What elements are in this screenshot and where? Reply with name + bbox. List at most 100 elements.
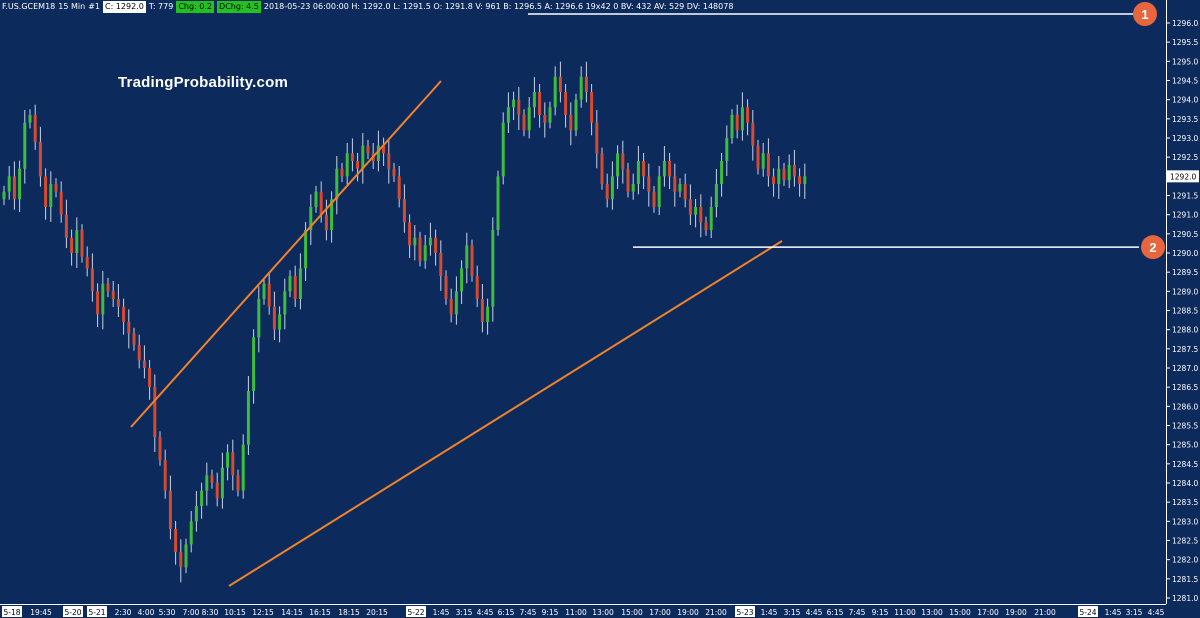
candle-body <box>12 176 16 200</box>
price-tick-label: 1281.0 <box>1172 594 1198 603</box>
candle-body <box>288 276 292 292</box>
candle-body <box>70 237 74 253</box>
candle-body <box>33 115 37 142</box>
candle-body <box>148 368 152 388</box>
time-tick-label: 19:45 <box>30 608 52 617</box>
candle-body <box>652 191 656 207</box>
candle-body <box>673 176 677 192</box>
price-tick-label: 1281.5 <box>1172 575 1198 584</box>
candle-body <box>434 237 438 253</box>
candle-body <box>720 161 724 184</box>
candle-body <box>621 153 625 169</box>
candle-body <box>18 168 22 200</box>
candle-body <box>751 122 755 146</box>
time-tick-label: 17:00 <box>649 608 671 617</box>
candle-body <box>111 291 115 299</box>
price-tick-label: 1290.0 <box>1172 249 1198 258</box>
price-tick-label: 1282.5 <box>1172 537 1198 546</box>
time-tick-label: 11:00 <box>565 608 587 617</box>
candle-body <box>460 268 464 292</box>
candle-body <box>522 115 526 131</box>
time-tick-label: 5-18 <box>3 608 20 617</box>
price-tick-label: 1288.0 <box>1172 326 1198 335</box>
candle-body <box>626 168 630 192</box>
candle-body <box>423 245 427 261</box>
candle-body <box>465 245 469 269</box>
candle-body <box>38 141 42 177</box>
time-tick-label: 7:45 <box>849 608 866 617</box>
price-tick-label: 1283.0 <box>1172 517 1198 526</box>
candle-body <box>413 237 417 246</box>
candle-body <box>179 552 183 568</box>
candle-body <box>636 161 640 184</box>
candle-body <box>116 299 120 307</box>
time-tick-label: 20:15 <box>366 608 388 617</box>
candle-body <box>153 387 157 437</box>
candle-body <box>236 475 240 491</box>
candle-body <box>683 184 687 200</box>
candle-body <box>361 145 365 169</box>
price-tick-label: 1286.5 <box>1172 383 1198 392</box>
candle-body <box>96 291 100 315</box>
candle-body <box>54 184 58 192</box>
candle-body <box>314 191 318 207</box>
candle-body <box>366 145 370 154</box>
price-tick-label: 1287.5 <box>1172 345 1198 354</box>
candle-body <box>350 153 354 161</box>
time-tick-label: 12:15 <box>252 608 274 617</box>
price-tick-label: 1282.0 <box>1172 556 1198 565</box>
price-tick-label: 1294.5 <box>1172 77 1198 86</box>
candle-body <box>7 176 11 192</box>
candle-body <box>506 107 510 123</box>
candle-body <box>444 276 448 299</box>
candle-body <box>491 230 495 307</box>
price-tick-label: 1291.5 <box>1172 192 1198 201</box>
time-tick-label: 13:00 <box>921 608 943 617</box>
candle-body <box>2 191 6 200</box>
time-tick-label: 15:00 <box>621 608 643 617</box>
time-tick-label: 9:15 <box>542 608 559 617</box>
candle-body <box>163 460 167 491</box>
candle-body <box>548 107 552 123</box>
candle-body <box>392 168 396 177</box>
candle-body <box>631 184 635 192</box>
time-tick-label: 7:45 <box>520 608 537 617</box>
candle-body <box>210 475 214 483</box>
candle-body <box>137 345 141 361</box>
candle-body <box>90 268 94 292</box>
price-tick-label: 1289.5 <box>1172 268 1198 277</box>
candle-body <box>803 176 807 184</box>
price-tick-label: 1294.0 <box>1172 96 1198 105</box>
candle-body <box>132 333 136 345</box>
candle-body <box>616 153 620 177</box>
candle-body <box>709 207 713 230</box>
candle-body <box>174 529 178 552</box>
time-tick-label: 5-22 <box>407 608 424 617</box>
candle-body <box>647 176 651 192</box>
candle-body <box>766 153 770 177</box>
candle-body <box>387 153 391 169</box>
time-tick-label: 21:00 <box>1034 608 1056 617</box>
time-tick-label: 21:00 <box>705 608 727 617</box>
candle-body <box>725 138 729 161</box>
price-tick-label: 1292.5 <box>1172 153 1198 162</box>
candle-body <box>574 99 578 131</box>
candle-body <box>64 214 68 238</box>
candle-body <box>304 230 308 269</box>
candle-body <box>319 191 323 215</box>
price-chart[interactable]: 12 1281.01281.51282.01282.51283.01283.51… <box>0 0 1200 618</box>
time-tick-label: 5:30 <box>159 608 176 617</box>
time-tick-label: 5-23 <box>736 608 753 617</box>
time-tick-label: 17:00 <box>977 608 999 617</box>
candle-body <box>610 176 614 200</box>
candle-body <box>184 544 188 568</box>
candle-body <box>340 168 344 177</box>
time-tick-label: 4:45 <box>477 608 494 617</box>
time-axis: 5-18 19:45 5-20 5-21 2:30 4:00 5:30 7:00 8:30 10:… <box>0 604 1166 617</box>
time-tick-label: 14:15 <box>281 608 303 617</box>
candle-body <box>538 92 542 115</box>
candle-body <box>418 237 422 261</box>
candle-body <box>714 184 718 207</box>
price-tick-label: 1284.5 <box>1172 460 1198 469</box>
time-tick-label: 3:15 <box>784 608 801 617</box>
